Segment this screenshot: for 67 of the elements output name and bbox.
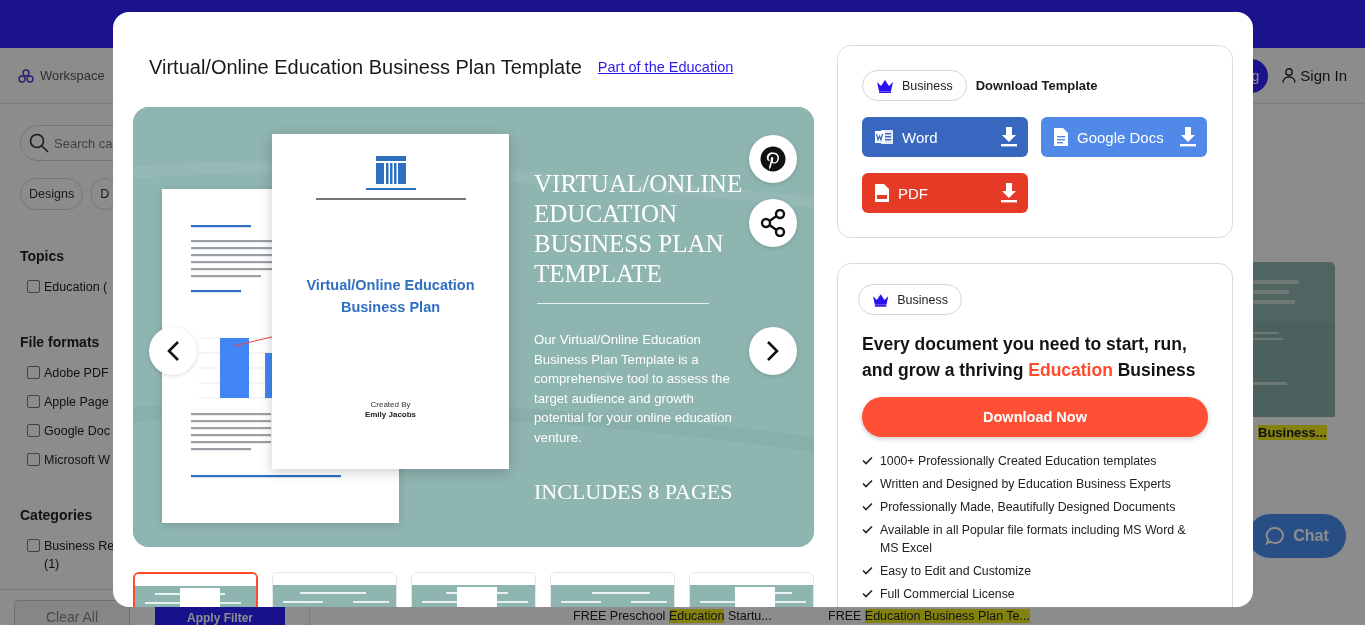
filter-option-label: Google Doc bbox=[44, 423, 111, 440]
feature-text: Professionally Made, Beautifully Designed Documents bbox=[880, 499, 1177, 516]
filter-option-label: Apple Page bbox=[44, 394, 110, 411]
word-document-icon bbox=[874, 127, 894, 147]
person-icon bbox=[1282, 68, 1297, 83]
check-icon bbox=[862, 589, 873, 598]
document-icon bbox=[1053, 127, 1069, 147]
pdf-file-icon bbox=[874, 183, 890, 203]
check-icon bbox=[862, 525, 873, 534]
columns-logo-icon bbox=[375, 156, 406, 184]
template-heading: VIRTUAL/ONLINE EDUCATION BUSINESS PLAN TEMPLATE bbox=[534, 169, 744, 289]
modal-title: Virtual/Online Education Business Plan Template bbox=[149, 55, 582, 79]
checkbox[interactable] bbox=[27, 539, 40, 552]
created-by-label: Created By bbox=[370, 400, 411, 409]
search-icon bbox=[29, 133, 49, 153]
feature-text: Easy to Edit and Customize bbox=[880, 563, 1033, 580]
download-icon bbox=[1000, 183, 1018, 203]
template-description: Our Virtual/Online Education Business Plan Template is a comprehensive tool to assess the target audience and growth potential for your online education venture. bbox=[534, 331, 733, 447]
filter-option-label: Microsoft W bbox=[44, 452, 111, 469]
feature-text: Available in all Popular file formats including MS Word & MS Excel bbox=[880, 522, 1187, 557]
filter-group-title: Categories bbox=[20, 507, 93, 523]
download-now-button[interactable]: Download Now bbox=[862, 397, 1208, 437]
collection-link[interactable]: Part of the Education bbox=[597, 59, 734, 75]
download-icon bbox=[1000, 127, 1018, 147]
workspace-link[interactable]: Workspace bbox=[40, 68, 105, 83]
badge-label: Business bbox=[897, 292, 948, 307]
result-title[interactable]: FREE Preschool Education Startu... bbox=[573, 610, 803, 623]
filter-option-label: Adobe PDF bbox=[44, 365, 110, 382]
chevron-left-icon bbox=[166, 340, 180, 362]
filter-group-title: Topics bbox=[20, 248, 65, 264]
checkbox[interactable] bbox=[27, 366, 40, 379]
check-icon bbox=[862, 566, 873, 575]
download-word-button[interactable]: Word bbox=[862, 117, 1028, 157]
filter-option-label: Business Re (1) bbox=[44, 538, 116, 573]
download-gdocs-button[interactable]: Google Docs bbox=[1041, 117, 1207, 157]
crown-icon bbox=[876, 78, 894, 93]
feature-text: 1000+ Professionally Created Education templates bbox=[880, 453, 1158, 470]
download-heading: Download Template bbox=[975, 78, 1098, 93]
sign-in-link[interactable]: Sign In bbox=[1300, 67, 1347, 84]
checkbox[interactable] bbox=[27, 280, 40, 293]
chat-bubble-icon bbox=[1265, 526, 1286, 546]
checkbox[interactable] bbox=[27, 453, 40, 466]
pin-icon bbox=[760, 146, 786, 172]
filter-option-label: Education ( bbox=[44, 279, 109, 296]
author-name: Emily Jacobs bbox=[364, 410, 417, 419]
check-icon bbox=[862, 479, 873, 488]
workspace-icon bbox=[18, 68, 34, 83]
search-placeholder: Search ca bbox=[54, 135, 113, 151]
cover-title: Virtual/Online Education Business Plan bbox=[305, 276, 476, 317]
feature-text: Full Commercial License bbox=[880, 586, 1016, 603]
checkbox[interactable] bbox=[27, 424, 40, 437]
download-icon bbox=[1179, 127, 1197, 147]
feature-text: Written and Designed by Education Business Experts bbox=[880, 476, 1172, 493]
crown-icon bbox=[872, 292, 890, 307]
check-icon bbox=[862, 502, 873, 511]
filter-chip[interactable]: Designs bbox=[20, 178, 84, 210]
clear-all-button[interactable]: Clear All bbox=[14, 600, 130, 625]
chevron-right-icon bbox=[766, 340, 780, 362]
checkbox[interactable] bbox=[27, 395, 40, 408]
download-pdf-button[interactable]: PDF bbox=[862, 173, 1028, 213]
chart-bar bbox=[220, 338, 249, 398]
badge-label: Business bbox=[902, 78, 953, 93]
filter-group-title: File formats bbox=[20, 334, 100, 350]
share-icon bbox=[760, 209, 786, 237]
check-icon bbox=[862, 456, 873, 465]
promo-headline: Every document you need to start, run, and grow a thriving Education Business bbox=[862, 333, 1197, 382]
pages-note: INCLUDES 8 PAGES bbox=[534, 479, 734, 505]
